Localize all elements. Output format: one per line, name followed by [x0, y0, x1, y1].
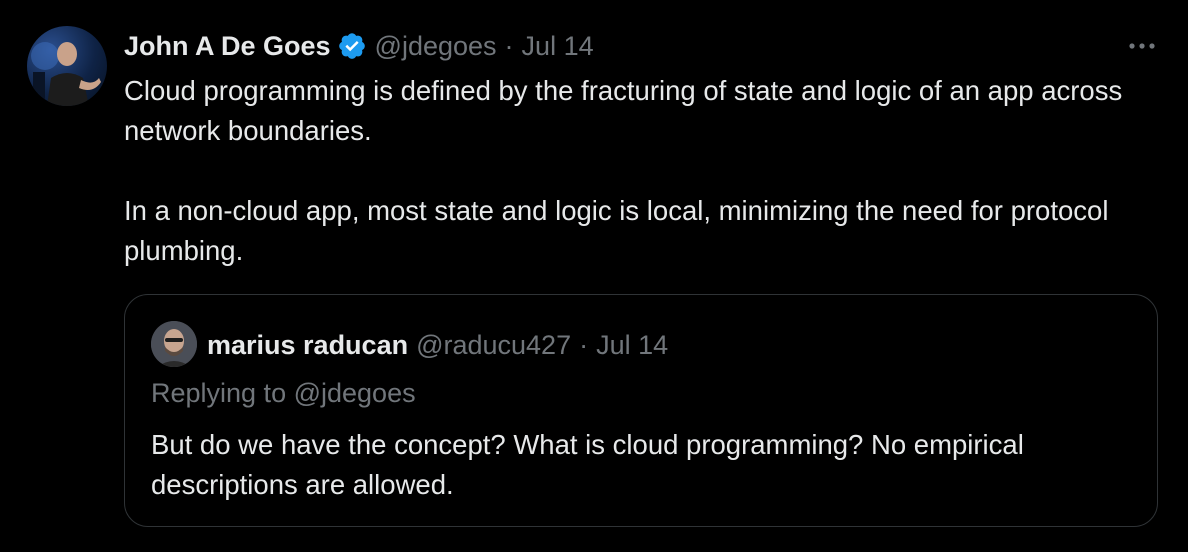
replying-to: Replying to @jdegoes [151, 375, 416, 411]
tweet-paragraph: Cloud programming is defined by the frac… [124, 75, 1123, 146]
tweet[interactable]: John A De Goes @jdegoes · Jul 14 Cloud p… [0, 0, 1188, 552]
tweet-paragraph: In a non-cloud app, most state and logic… [124, 195, 1109, 266]
header-separator: · [504, 30, 514, 61]
quoted-author-avatar-image [151, 321, 197, 367]
ellipsis-icon[interactable] [1126, 36, 1158, 56]
quoted-author-handle: @raducu427 [416, 329, 572, 360]
tweet-header: John A De Goes @jdegoes · Jul 14 [124, 28, 594, 64]
quoted-author-avatar [151, 321, 197, 367]
tweet-text: Cloud programming is defined by the frac… [124, 71, 1164, 271]
verified-badge-icon [338, 33, 365, 59]
quoted-header-separator: · [579, 329, 589, 360]
tweet-date[interactable]: Jul 14 [522, 31, 594, 62]
author-handle[interactable]: @jdegoes [375, 31, 497, 62]
quoted-tweet-text: But do we have the concept? What is clou… [151, 429, 1024, 500]
replying-to-mention: @jdegoes [293, 378, 416, 408]
quoted-tweet[interactable]: marius raducan @raducu427 · Jul 14 Reply… [124, 294, 1158, 527]
replying-to-prefix: Replying to [151, 378, 294, 408]
quoted-tweet-header: marius raducan @raducu427 · Jul 14 [207, 325, 668, 365]
quoted-author-name: marius raducan [207, 329, 409, 360]
author-avatar[interactable] [27, 26, 107, 106]
quoted-tweet-date: Jul 14 [596, 329, 669, 360]
author-avatar-image [31, 42, 101, 106]
author-name[interactable]: John A De Goes [124, 31, 331, 62]
